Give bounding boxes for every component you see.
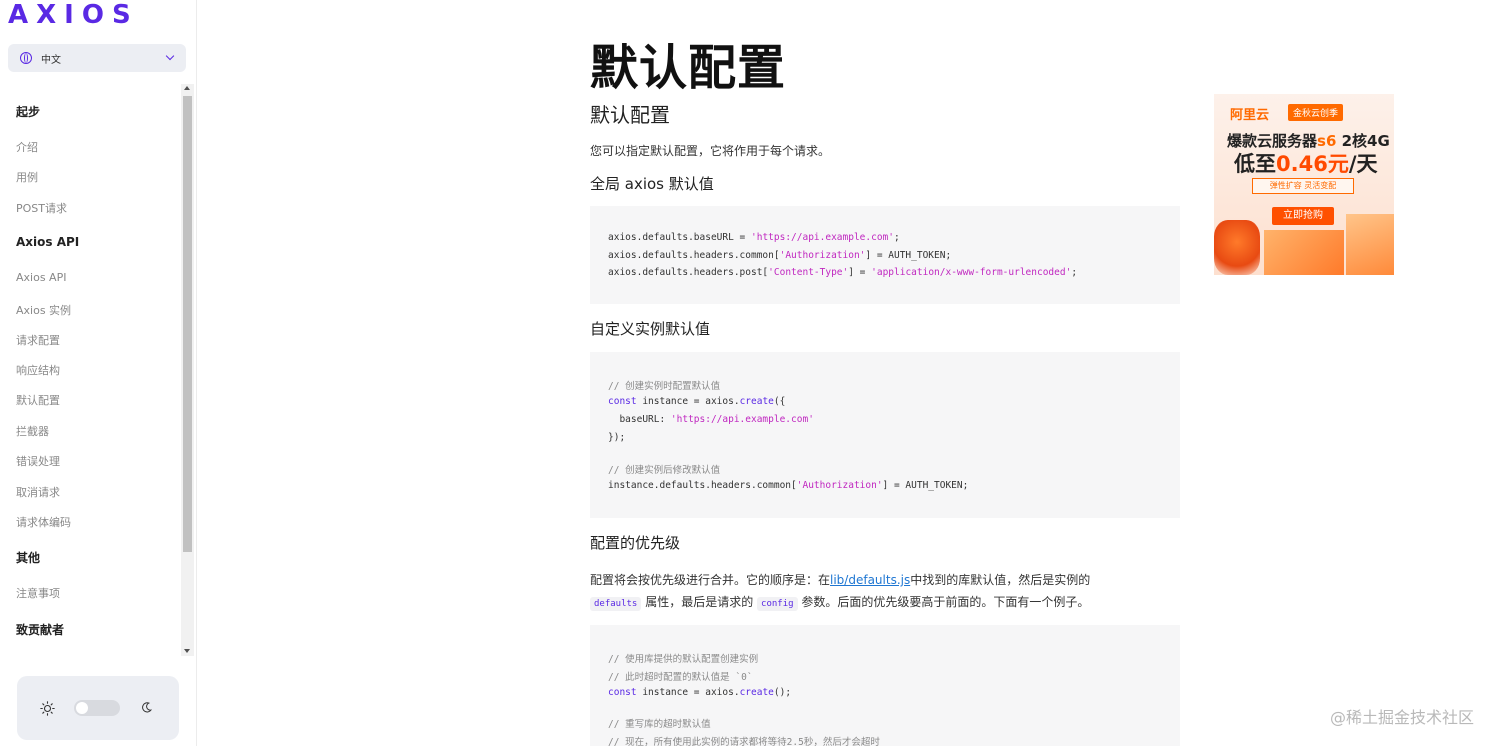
code-comment: // 创建实例后修改默认值 — [608, 465, 721, 476]
section-heading: 默认配置 — [590, 103, 670, 127]
intro-paragraph: 您可以指定默认配置，它将作用于每个请求。 — [590, 144, 831, 158]
nav-item-interceptors[interactable]: 拦截器 — [16, 423, 49, 439]
nav-item-intro[interactable]: 介绍 — [16, 139, 38, 155]
nav-item-axios-api[interactable]: Axios API — [16, 271, 66, 284]
code-line: const instance = axios.create({ — [608, 396, 786, 407]
defaults-js-link[interactable]: lib/defaults.js — [830, 573, 910, 587]
sun-icon — [40, 701, 55, 716]
scroll-down-arrow-icon[interactable] — [184, 649, 190, 653]
sponsor-ad[interactable]: 阿里云 金秋云创季 爆款云服务器s6 2核4G 低至0.46元/天 弹性扩容 灵… — [1214, 94, 1394, 275]
inline-code-defaults: defaults — [590, 597, 642, 611]
code-line: baseURL: 'https://api.example.com' — [608, 414, 814, 425]
theme-toggle-knob[interactable] — [76, 702, 88, 714]
ad-illustration — [1264, 230, 1344, 275]
aliyun-logo: 阿里云 — [1230, 108, 1270, 123]
sidebar-nav: 起步 介绍 用例 POST请求 Axios API Axios API Axio… — [0, 84, 180, 656]
page-title: 默认配置 — [590, 40, 787, 96]
sidebar-scrollbar-thumb[interactable] — [183, 96, 192, 552]
nav-item-example[interactable]: 用例 — [16, 169, 38, 185]
nav-item-handling-errors[interactable]: 错误处理 — [16, 453, 60, 469]
nav-section-contributors[interactable]: 致贡献者 — [16, 621, 64, 638]
nav-section-misc[interactable]: 其他 — [16, 549, 40, 566]
nav-item-urlencoding[interactable]: 请求体编码 — [16, 514, 71, 530]
code-line: instance.defaults.headers.common['Author… — [608, 480, 969, 491]
nav-item-response-schema[interactable]: 响应结构 — [16, 362, 60, 378]
scroll-up-arrow-icon[interactable] — [184, 86, 190, 90]
chevron-down-icon — [165, 51, 175, 61]
nav-section-getting-started[interactable]: 起步 — [16, 103, 40, 120]
watermark: @稀土掘金技术社区 — [1330, 708, 1475, 727]
nav-section-axios-api[interactable]: Axios API — [16, 235, 79, 249]
global-defaults-heading: 全局 axios 默认值 — [590, 175, 714, 193]
nav-item-config-defaults[interactable]: 默认配置 — [16, 392, 60, 408]
language-label: 中文 — [41, 54, 61, 66]
code-comment: // 此时超时配置的默认值是 `0` — [608, 672, 753, 683]
priority-code-block: // 使用库提供的默认配置创建实例 // 此时超时配置的默认值是 `0` con… — [590, 625, 1180, 748]
language-select[interactable]: 中文 — [8, 44, 186, 72]
ad-badge: 金秋云创季 — [1288, 104, 1344, 121]
instance-defaults-code-block: // 创建实例时配置默认值 const instance = axios.cre… — [590, 352, 1180, 518]
ad-price: 低至0.46元/天 — [1234, 152, 1378, 176]
priority-heading: 配置的优先级 — [590, 534, 681, 552]
code-line: axios.defaults.headers.common['Authoriza… — [608, 250, 952, 261]
globe-icon — [20, 52, 32, 64]
code-comment: // 重写库的超时默认值 — [608, 719, 711, 730]
instance-defaults-heading: 自定义实例默认值 — [590, 320, 711, 338]
global-defaults-code-block: axios.defaults.baseURL = 'https://api.ex… — [590, 206, 1180, 304]
code-comment: // 创建实例时配置默认值 — [608, 381, 721, 392]
code-line: }); — [608, 432, 626, 443]
code-line: axios.defaults.baseURL = 'https://api.ex… — [608, 232, 900, 243]
code-line: axios.defaults.headers.post['Content-Typ… — [608, 267, 1078, 278]
code-comment: // 使用库提供的默认配置创建实例 — [608, 654, 759, 665]
ad-illustration — [1214, 220, 1260, 275]
nav-item-request-config[interactable]: 请求配置 — [16, 332, 60, 348]
moon-icon — [142, 702, 152, 713]
nav-item-notes[interactable]: 注意事项 — [16, 585, 60, 601]
nav-item-post-requests[interactable]: POST请求 — [16, 200, 67, 216]
code-line: const instance = axios.create(); — [608, 687, 792, 698]
nav-item-axios-instance[interactable]: Axios 实例 — [16, 302, 71, 318]
axios-logo[interactable]: AXIOS — [8, 0, 139, 30]
sidebar: AXIOS 中文 起步 介绍 用例 POST请求 Axios API Axios… — [0, 0, 197, 746]
ad-illustration — [1346, 214, 1394, 275]
ad-tagline: 弹性扩容 灵活变配 — [1252, 178, 1354, 194]
nav-item-cancellation[interactable]: 取消请求 — [16, 484, 60, 500]
ad-buy-button[interactable]: 立即抢购 — [1272, 207, 1334, 225]
inline-code-config: config — [757, 597, 798, 611]
priority-paragraph: 配置将会按优先级进行合并。它的顺序是：在lib/defaults.js中找到的库… — [590, 573, 1091, 611]
